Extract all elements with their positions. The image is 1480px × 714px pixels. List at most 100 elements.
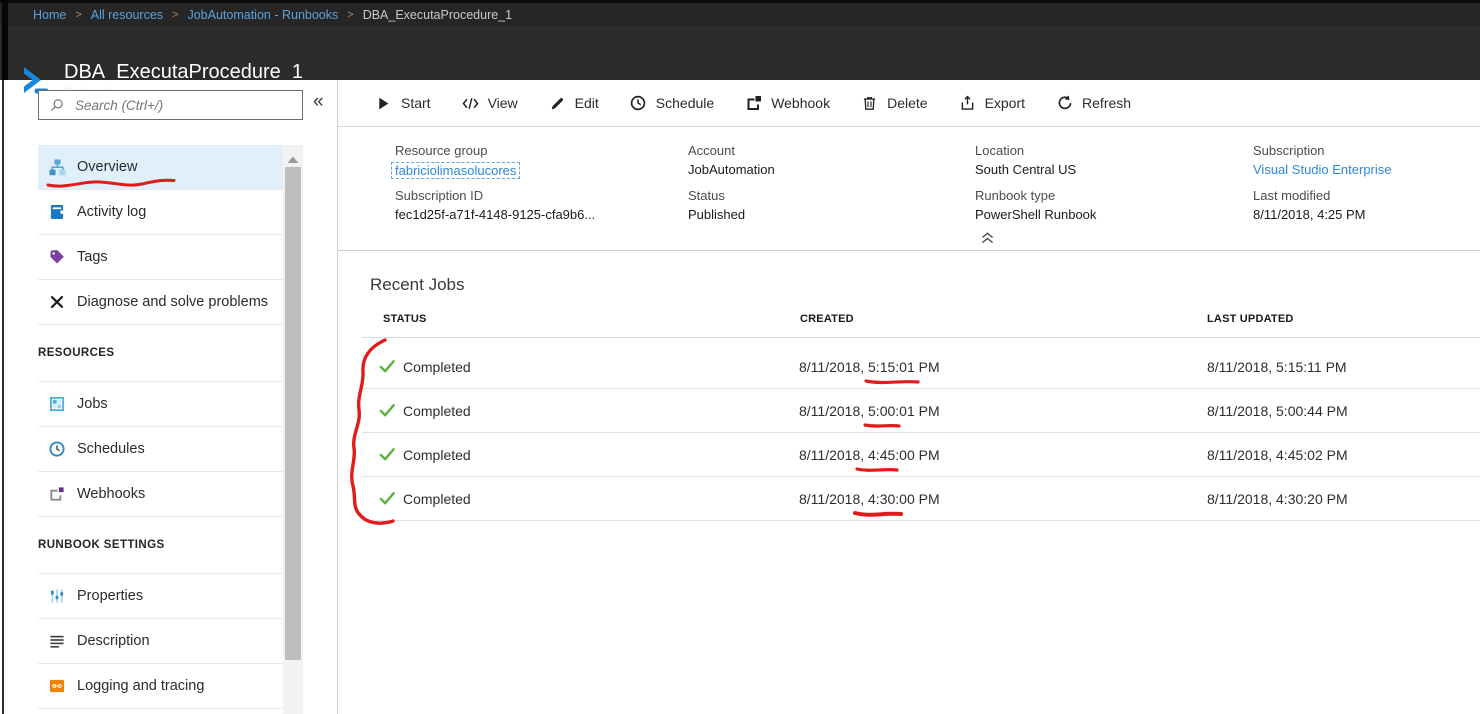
sidebar-item-label: Properties (77, 588, 143, 604)
essentials-field-subscription-id: Subscription IDfec1d25f-a71f-4148-9125-c… (395, 188, 595, 222)
start-icon (375, 95, 392, 112)
delete-icon (861, 95, 878, 112)
breadcrumb-separator: > (347, 9, 353, 21)
sidebar-item-label: Webhooks (77, 486, 145, 502)
job-created: 8/11/2018, 5:15:01 PM (799, 345, 940, 388)
sidebar-item-tags[interactable]: Tags (38, 235, 283, 280)
essentials-field-account: AccountJobAutomation (688, 143, 775, 177)
delete-button[interactable]: Delete (861, 95, 927, 112)
essentials-field-label: Resource group (395, 143, 520, 158)
essentials-field-label: Last modified (1253, 188, 1366, 203)
search-icon (50, 98, 64, 112)
search-input[interactable] (73, 97, 302, 114)
logging-icon (49, 678, 66, 695)
sidebar-item-schedules[interactable]: Schedules (38, 427, 283, 472)
essentials-field-value: fec1d25f-a71f-4148-9125-cfa9b6... (395, 207, 595, 222)
sidebar-item-label: Overview (77, 159, 137, 175)
essentials-field-label: Status (688, 188, 745, 203)
sidebar-item-overview[interactable]: Overview (38, 145, 283, 190)
essentials-field-runbook-type: Runbook typePowerShell Runbook (975, 188, 1096, 222)
breadcrumb-item-jobautomation-runbooks[interactable]: JobAutomation - Runbooks (187, 8, 338, 22)
jobs-table-header: STATUSCREATEDLAST UPDATED (338, 313, 1480, 329)
overview-icon (49, 159, 66, 176)
breadcrumb-item-home[interactable]: Home (33, 8, 66, 22)
job-created: 8/11/2018, 4:30:00 PM (799, 477, 940, 520)
page-header: DBA_ExecutaProcedure_1 Runbook (0, 26, 1480, 80)
essentials-field-location: LocationSouth Central US (975, 143, 1076, 177)
toolbar-button-label: Schedule (656, 95, 714, 111)
recent-jobs-title: Recent Jobs (370, 275, 465, 295)
sidebar-section-label: RUNBOOK SETTINGS (38, 517, 283, 574)
essentials-field-subscription: Subscription Visual Studio Enterprise (1253, 143, 1392, 177)
scrollbar-thumb[interactable] (285, 167, 301, 660)
schedules-icon (49, 441, 66, 458)
sidebar-item-logging-and-tracing[interactable]: Logging and tracing (38, 664, 283, 709)
essentials-field-label: Location (975, 143, 1076, 158)
toolbar-button-label: Edit (575, 95, 599, 111)
sidebar-collapse-button[interactable]: « (313, 92, 324, 112)
edit-button[interactable]: Edit (549, 95, 599, 112)
sidebar-item-label: Activity log (77, 204, 146, 220)
sidebar-scrollbar[interactable] (283, 145, 303, 714)
column-header-created: CREATED (800, 313, 854, 325)
job-status: Completed (403, 345, 471, 388)
breadcrumb: Home>All resources>JobAutomation - Runbo… (0, 3, 1480, 26)
schedule-button[interactable]: Schedule (630, 95, 714, 112)
table-row[interactable]: Completed8/11/2018, 5:00:01 PM8/11/2018,… (362, 389, 1480, 433)
portal-left-edge-line (2, 80, 4, 714)
tag-icon (49, 249, 66, 266)
edit-icon (549, 95, 566, 112)
properties-icon (49, 588, 66, 605)
diagnose-icon (49, 294, 66, 311)
job-status: Completed (403, 477, 471, 520)
toolbar-button-label: Export (985, 95, 1025, 111)
essentials-collapse-icon[interactable] (980, 231, 995, 244)
check-icon (379, 433, 396, 476)
essentials-field-value[interactable]: Visual Studio Enterprise (1253, 162, 1392, 177)
essentials-field-value[interactable]: fabriciolimasolucores (391, 162, 520, 179)
toolbar-button-label: Refresh (1082, 95, 1131, 111)
sidebar-item-label: Tags (77, 249, 108, 265)
view-icon (462, 95, 479, 112)
essentials-field-resource-group: Resource groupfabriciolimasolucores (395, 143, 520, 180)
check-icon (379, 389, 396, 432)
essentials-field-value: Published (688, 207, 745, 222)
export-button[interactable]: Export (959, 95, 1025, 112)
webhooks-icon (49, 486, 66, 503)
table-row[interactable]: Completed8/11/2018, 4:30:00 PM8/11/2018,… (362, 477, 1480, 521)
sidebar-item-properties[interactable]: Properties (38, 574, 283, 619)
table-row[interactable]: Completed8/11/2018, 4:45:00 PM8/11/2018,… (362, 433, 1480, 477)
sidebar-item-diagnose-and-solve-problems[interactable]: Diagnose and solve problems (38, 280, 283, 325)
sidebar-item-jobs[interactable]: Jobs (38, 382, 283, 427)
job-status: Completed (403, 389, 471, 432)
breadcrumb-item-all-resources[interactable]: All resources (91, 8, 163, 22)
sidebar-menu: Overview Activity log Tags Diagnose and sol… (38, 145, 283, 709)
job-created: 8/11/2018, 5:00:01 PM (799, 389, 940, 432)
webhook-button[interactable]: Webhook (745, 95, 830, 112)
toolbar-button-label: Delete (887, 95, 927, 111)
job-last-updated: 8/11/2018, 5:15:11 PM (1207, 345, 1347, 388)
jobs-table-header-divider (362, 337, 1480, 338)
essentials-field-value: 8/11/2018, 4:25 PM (1253, 207, 1366, 222)
essentials-field-value: PowerShell Runbook (975, 207, 1096, 222)
scrollbar-up-arrow-icon[interactable] (286, 151, 300, 160)
job-created: 8/11/2018, 4:45:00 PM (799, 433, 940, 476)
essentials-field-status: Status Published (688, 188, 745, 222)
refresh-button[interactable]: Refresh (1056, 95, 1131, 112)
table-row[interactable]: Completed 8/11/2018, 5:15:01 PM 8/11/2018,… (362, 345, 1480, 389)
toolbar-button-label: View (488, 95, 518, 111)
jobs-icon (49, 396, 66, 413)
portal-left-edge (2, 0, 8, 80)
sidebar-item-activity-log[interactable]: Activity log (38, 190, 283, 235)
sidebar-item-webhooks[interactable]: Webhooks (38, 472, 283, 517)
column-header-status: STATUS (383, 313, 427, 325)
start-button[interactable]: Start (375, 95, 431, 112)
azure-portal-runbook-page: Home>All resources>JobAutomation - Runbo… (0, 0, 1480, 714)
view-button[interactable]: View (462, 95, 518, 112)
essentials-field-label: Subscription (1253, 143, 1392, 158)
sidebar-item-label: Schedules (77, 441, 145, 457)
sidebar-item-description[interactable]: Description (38, 619, 283, 664)
page-title: DBA_ExecutaProcedure_1 (64, 60, 303, 84)
sidebar-section-label: RESOURCES (38, 325, 283, 382)
check-icon (379, 345, 396, 388)
